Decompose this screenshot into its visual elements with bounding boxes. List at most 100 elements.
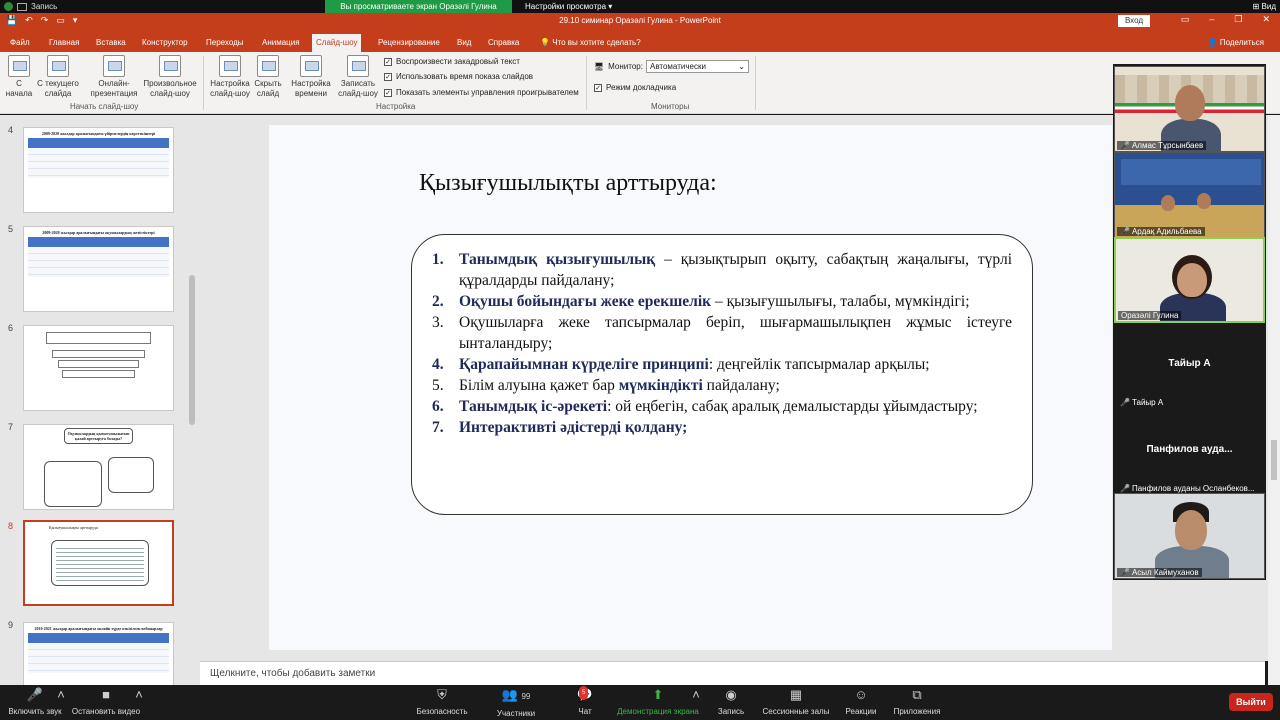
slide-thumbnail[interactable]	[23, 325, 174, 411]
setup-icon	[219, 55, 241, 77]
signin-button[interactable]: Вход	[1118, 15, 1150, 27]
breakout-rooms-button[interactable]: ▦ Сессионные залы	[758, 688, 834, 717]
audio-options-caret[interactable]: ˄	[54, 688, 68, 707]
video-tile[interactable]: Панфилов ауда... 🎤 Панфилов ауданы Осланб…	[1114, 409, 1265, 495]
caret-up-icon: ˄	[692, 687, 700, 702]
content-box[interactable]: 1. Танымдық қызығушылық – қызықтырып оқыт…	[411, 234, 1033, 515]
list-item: 7. Интерактивті әдістерді қолдану;	[432, 417, 1012, 438]
tab-transitions[interactable]: Переходы	[202, 34, 248, 52]
setup-show-button[interactable]: Настройка слайд-шоу	[207, 55, 253, 99]
tab-animations[interactable]: Анимация	[258, 34, 304, 52]
tab-review[interactable]: Рецензирование	[374, 34, 444, 52]
thumbnails-scrollbar[interactable]	[189, 275, 195, 425]
window-controls: ▭ – ❐ ✕	[1181, 14, 1270, 25]
close-icon[interactable]: ✕	[1262, 14, 1270, 25]
from-start-button[interactable]: С начала	[4, 55, 34, 99]
tab-view[interactable]: Вид	[453, 34, 475, 52]
checkmark-icon: ✓	[384, 72, 392, 81]
tab-insert[interactable]: Вставка	[92, 34, 130, 52]
list-item: 4. Қарапайымнан күрделіге принципі: деңге…	[432, 354, 1012, 375]
tell-me-search[interactable]: 💡 Что вы хотите сделать?	[536, 34, 645, 52]
video-tile-active-speaker[interactable]: Оразәлі Гулина	[1114, 237, 1265, 323]
thumb-title: Оқушылардың қызығушылығын қалай арттыруғ…	[64, 428, 133, 444]
video-options-caret[interactable]: ˄	[132, 688, 146, 707]
ribbon-options-icon[interactable]: ▭	[1181, 14, 1190, 25]
participant-name-label: 🎤 Панфилов ауданы Осланбеков...	[1117, 484, 1258, 493]
slide-thumbnails-panel: 4 2009-2020 жылдар аралығындағы үйірмеле…	[0, 115, 200, 685]
ribbon-tabs: Файл Главная Вставка Конструктор Переход…	[0, 34, 1280, 52]
record-icon: ◉	[725, 687, 737, 702]
minimize-icon[interactable]: –	[1209, 14, 1214, 25]
participant-name-label: Оразәлі Гулина	[1118, 311, 1182, 320]
online-presentation-button[interactable]: Онлайн-презентация	[86, 55, 142, 99]
from-current-button[interactable]: С текущего слайда	[36, 55, 80, 99]
tab-slideshow[interactable]: Слайд-шоу	[312, 34, 362, 52]
participant-name-label: 🎤 Тайыр А	[1117, 398, 1166, 407]
participant-name: Оразәлі Гулина	[1121, 311, 1179, 320]
apps-button[interactable]: ⧉ Приложения	[890, 688, 944, 717]
tell-me-label: Что вы хотите сделать?	[552, 38, 641, 47]
ribbon: С начала С текущего слайда Онлайн-презен…	[0, 52, 1280, 114]
thumb-table	[28, 237, 169, 277]
slide-thumbnail[interactable]: 2009-2020 жылдар аралығындағы үйірмелерд…	[23, 127, 174, 213]
video-tile[interactable]: Тайыр А 🎤 Тайыр А	[1114, 323, 1265, 409]
recording-indicator[interactable]: Запись	[4, 0, 57, 13]
chevron-down-icon: ⌄	[738, 62, 745, 71]
notes-pane[interactable]: Щелкните, чтобы добавить заметки	[200, 661, 1265, 685]
slide-thumbnail[interactable]: Оқушылардың қызығушылығын қалай арттыруғ…	[23, 424, 174, 510]
thumb-table	[28, 138, 169, 178]
recording-label: Запись	[31, 2, 58, 11]
view-options-label: Настройки просмотра	[525, 2, 607, 11]
reactions-button[interactable]: ☺ Реакции	[840, 688, 882, 717]
checkbox-controls[interactable]: ✓ Показать элементы управления проигрыват…	[384, 88, 579, 97]
participants-button[interactable]: 👥 99 Участники	[492, 687, 540, 719]
share-options-caret[interactable]: ˄	[689, 688, 703, 707]
from-start-label: С начала	[5, 79, 33, 98]
security-button[interactable]: ⛨ Безопасность	[413, 688, 471, 717]
rehearse-timings-button[interactable]: Настройка времени	[288, 55, 334, 99]
view-button[interactable]: ⊞ Вид	[1253, 0, 1276, 13]
list-item: 5. Білім алуына қажет бар мүмкіндікті пай…	[432, 375, 1012, 396]
record-show-button[interactable]: Записать слайд-шоу	[336, 55, 380, 99]
participants-icon: 👥 99	[501, 687, 531, 702]
thumb-number: 7	[8, 422, 14, 432]
checkbox-presenter-view[interactable]: ✓ Режим докладчика	[594, 83, 676, 92]
slide-thumbnail[interactable]: 2009-2020 жылдар аралығындағы оқушыларды…	[23, 226, 174, 312]
pause-icon	[17, 2, 27, 11]
tab-design[interactable]: Конструктор	[138, 34, 192, 52]
checkbox-timings[interactable]: ✓ Использовать время показа слайдов	[384, 72, 533, 81]
item-bold: Танымдық қызығушылық	[459, 251, 656, 268]
restore-icon[interactable]: ❐	[1234, 14, 1242, 25]
mic-muted-icon: 🎤	[1120, 227, 1130, 236]
chat-button[interactable]: 💬5 Чат	[565, 686, 605, 716]
unmute-label: Включить звук	[8, 707, 62, 716]
video-tile[interactable]: 🎤 Алмас Тұрсынбаев	[1114, 66, 1265, 152]
tab-help[interactable]: Справка	[484, 34, 523, 52]
thumb-title: 2009-2020 жылдар аралығындағы оқушыларды…	[42, 230, 155, 235]
hide-label: Скрыть слайд	[254, 79, 282, 98]
video-tile[interactable]: 🎤 Ардақ Адильбаева	[1114, 152, 1265, 238]
list-item: 2. Оқушы бойындағы жеке ерекшелік – қызығ…	[432, 291, 1012, 312]
participant-name-label: 🎤 Алмас Тұрсынбаев	[1117, 141, 1207, 150]
record-button[interactable]: ◉ Запись	[712, 687, 750, 717]
checkbox-narration[interactable]: ✓ Воспроизвести закадровый текст	[384, 57, 520, 66]
item-text: : ой еңбегін, сабақ аралық демалыстарды …	[607, 398, 978, 415]
slide-scrollbar[interactable]	[1268, 115, 1280, 685]
video-tile[interactable]: 🎤 Асыл Каймуханов	[1114, 493, 1265, 579]
slide-title[interactable]: Қызығушылықты арттыруда:	[419, 170, 717, 197]
thumb-title: 2010-2021 жылдар аралығындағы онлайн түр…	[34, 626, 163, 631]
tab-file[interactable]: Файл	[6, 34, 34, 52]
tab-home[interactable]: Главная	[45, 34, 83, 52]
custom-show-button[interactable]: Произвольное слайд-шоу	[142, 55, 198, 99]
view-options-button[interactable]: Настройки просмотра ▾	[525, 0, 612, 13]
mic-muted-icon: 🎤	[1120, 398, 1130, 407]
hide-slide-button[interactable]: Скрыть слайд	[253, 55, 283, 99]
scrollbar-thumb[interactable]	[1271, 440, 1277, 480]
leave-meeting-button[interactable]: Выйти	[1229, 693, 1273, 711]
monitor-select[interactable]: Автоматически ⌄	[646, 60, 749, 73]
monitor-label: Монитор:	[608, 62, 643, 71]
share-button[interactable]: 👤 Поделиться	[1208, 34, 1264, 52]
slide-canvas[interactable]: Қызығушылықты арттыруда: 1. Танымдық қызы…	[269, 125, 1112, 650]
slide-thumbnail-selected[interactable]: Қызығушылықты арттыруда:	[23, 520, 174, 606]
slide-thumbnail[interactable]: 2010-2021 жылдар аралығындағы онлайн түр…	[23, 622, 174, 685]
